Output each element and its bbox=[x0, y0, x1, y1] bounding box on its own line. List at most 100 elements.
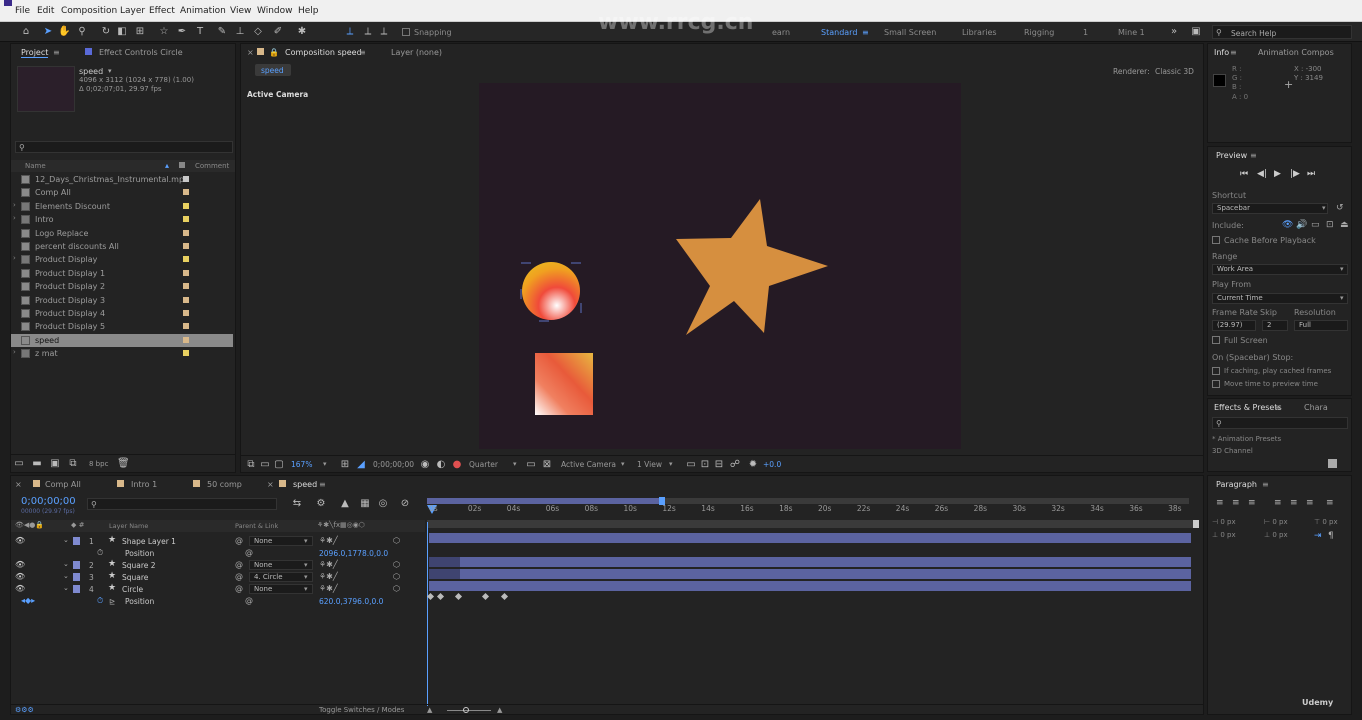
label-color-swatch[interactable] bbox=[183, 176, 189, 182]
delete-icon[interactable]: 🗑 bbox=[117, 458, 130, 470]
label-color-swatch[interactable] bbox=[183, 310, 189, 316]
pickwhip-icon[interactable]: @ bbox=[235, 560, 243, 569]
col-name[interactable]: Name bbox=[25, 162, 46, 170]
label-color-swatch[interactable] bbox=[183, 256, 189, 263]
zoom-level[interactable]: 167% bbox=[291, 460, 312, 469]
property-value[interactable]: 620.0,3796.0,0.0 bbox=[319, 597, 383, 606]
tab-project[interactable]: Project bbox=[21, 48, 49, 58]
channel-icon[interactable]: ● bbox=[451, 459, 463, 471]
range-dropdown-icon[interactable]: ▾ bbox=[1340, 265, 1344, 273]
tab-50-comp[interactable]: 50 comp bbox=[207, 480, 242, 489]
toggle-transparency-icon[interactable]: ⊠ bbox=[541, 459, 553, 471]
include-video-icon[interactable]: 👁 bbox=[1282, 220, 1293, 230]
work-area-end-icon[interactable] bbox=[1193, 520, 1199, 528]
pickwhip-icon[interactable]: @ bbox=[235, 584, 243, 593]
resolution-dropdown-icon[interactable]: ▾ bbox=[513, 460, 517, 468]
col-layer-name[interactable]: Layer Name bbox=[109, 522, 148, 530]
eye-icon[interactable]: 👁 bbox=[15, 560, 25, 569]
shortcut-dropdown-icon[interactable]: ▾ bbox=[1322, 204, 1326, 212]
ltr-direction-icon[interactable]: ⇥ bbox=[1314, 531, 1322, 541]
label-color-swatch[interactable] bbox=[183, 243, 189, 249]
new-folder-icon[interactable]: ▬ bbox=[31, 458, 43, 470]
eraser-tool-icon[interactable]: ◇ bbox=[252, 26, 264, 38]
graph-editor-icon[interactable]: ⊘ bbox=[399, 498, 411, 510]
play-from-dropdown-icon[interactable]: ▾ bbox=[1340, 294, 1344, 302]
parent-select[interactable]: None ▾ bbox=[249, 536, 313, 546]
project-item[interactable]: Logo Replace bbox=[11, 227, 233, 240]
snapping-checkbox[interactable] bbox=[402, 28, 410, 36]
zoom-out-icon[interactable]: ▲ bbox=[427, 706, 432, 714]
mask-visibility-icon[interactable]: ▭ bbox=[259, 459, 271, 471]
eye-icon[interactable]: 👁 bbox=[15, 584, 25, 593]
property-row[interactable]: ⏱ Position @2096.0,1778.0,0.0 bbox=[11, 547, 425, 559]
project-search-input[interactable]: ⚲ bbox=[15, 141, 233, 153]
include-more-icon[interactable]: ⏏ bbox=[1340, 220, 1349, 230]
info-menu-icon[interactable]: ≡ bbox=[1230, 48, 1237, 57]
menu-help[interactable]: Help bbox=[298, 6, 319, 16]
stopwatch-icon[interactable]: ⏱ bbox=[97, 596, 103, 606]
expand-layer-switches-icon[interactable]: ⚙⚙⚙ bbox=[15, 706, 34, 714]
project-settings-icon[interactable]: ⧉ bbox=[67, 458, 79, 470]
skip-select[interactable]: 2 bbox=[1262, 320, 1288, 331]
project-item[interactable]: Product Display 4 bbox=[11, 307, 233, 320]
indent-left-field[interactable]: ⊣ 0 px bbox=[1212, 518, 1236, 526]
parent-dropdown-icon[interactable]: ▾ bbox=[304, 561, 308, 569]
selected-item-dropdown-icon[interactable]: ▾ bbox=[108, 67, 112, 75]
label-color-swatch[interactable] bbox=[183, 323, 189, 330]
justify-left-icon[interactable]: ≡ bbox=[1274, 498, 1282, 508]
project-item[interactable]: Product Display 3 bbox=[11, 294, 233, 307]
label-color-swatch[interactable] bbox=[183, 283, 189, 290]
square-shape[interactable] bbox=[535, 353, 593, 415]
next-frame-icon[interactable]: |▶ bbox=[1290, 169, 1300, 179]
brush-tool-icon[interactable]: ✎ bbox=[216, 26, 228, 38]
parent-select[interactable]: None ▾ bbox=[249, 560, 313, 570]
move-time-checkbox[interactable] bbox=[1212, 380, 1220, 388]
view-layout-dropdown-icon[interactable]: ▾ bbox=[669, 460, 673, 468]
layer-row[interactable]: 👁 ⌄ 3 ★ Square @4. Circle ▾ ⚘✱╱ ⬡ bbox=[11, 571, 425, 583]
renderer-value[interactable]: Classic 3D bbox=[1155, 67, 1194, 76]
transparency-grid-icon[interactable]: ◢ bbox=[355, 459, 367, 471]
space-before-field[interactable]: ⊥ 0 px bbox=[1212, 531, 1236, 539]
pickwhip-icon[interactable]: @ bbox=[235, 536, 243, 545]
eye-icon[interactable]: 👁 bbox=[15, 572, 25, 581]
camera-tool-icon[interactable]: ◧ bbox=[116, 26, 128, 38]
3d-layer-icon[interactable]: ⬡ bbox=[393, 560, 400, 569]
workspace-small-screen[interactable]: Small Screen bbox=[884, 28, 936, 37]
timeline-link-icon[interactable]: ⊟ bbox=[713, 459, 725, 471]
tab-info[interactable]: Info bbox=[1214, 48, 1229, 57]
comp-canvas[interactable] bbox=[479, 83, 961, 449]
home-icon[interactable]: ⌂ bbox=[20, 26, 32, 38]
workspace-1[interactable]: 1 bbox=[1083, 28, 1088, 37]
include-overlays-icon[interactable]: ▭ bbox=[1311, 220, 1320, 230]
menu-view[interactable]: View bbox=[230, 6, 251, 16]
chevron-down-icon[interactable]: ⌄ bbox=[63, 536, 69, 544]
eye-icon[interactable]: 👁 bbox=[15, 536, 25, 545]
layer-row[interactable]: 👁 ⌄ 4 ★ Circle @ None ▾ ⚘✱╱ ⬡ bbox=[11, 583, 425, 595]
indent-right-field[interactable]: ⊢ 0 px bbox=[1264, 518, 1288, 526]
tab-composition-speed[interactable]: Composition speed bbox=[285, 48, 362, 57]
comp-lock-icon[interactable]: 🔒 bbox=[269, 48, 279, 57]
circle-shape[interactable] bbox=[522, 262, 580, 320]
chevron-down-icon[interactable]: ⌄ bbox=[63, 584, 69, 592]
effects-item-animation-presets[interactable]: * Animation Presets bbox=[1212, 435, 1281, 443]
layer-name[interactable]: Circle bbox=[122, 585, 143, 594]
if-caching-checkbox[interactable] bbox=[1212, 367, 1220, 375]
play-icon[interactable]: ▶ bbox=[1274, 169, 1281, 179]
flowchart-icon[interactable]: ☍ bbox=[729, 459, 741, 471]
viewer-timecode[interactable]: 0;00;00;00 bbox=[373, 460, 414, 469]
timeline-menu-icon[interactable]: ≡ bbox=[319, 480, 326, 489]
rotate-tool-icon[interactable]: ↻ bbox=[100, 26, 112, 38]
property-value[interactable]: 2096.0,1778.0,0.0 bbox=[319, 549, 388, 558]
include-audio-icon[interactable]: 🔊 bbox=[1296, 220, 1307, 230]
tab-speed[interactable]: speed bbox=[293, 480, 317, 489]
project-item[interactable]: 12_Days_Christmas_Instrumental.mp3 bbox=[11, 173, 233, 186]
chevron-down-icon[interactable]: ⌄ bbox=[63, 572, 69, 580]
composition-mini-flowchart-icon[interactable]: ⇆ bbox=[291, 498, 303, 510]
justify-all-icon[interactable]: ≡ bbox=[1326, 498, 1334, 508]
puppet-tool-icon[interactable]: ✱ bbox=[296, 26, 308, 38]
project-item[interactable]: › z mat bbox=[11, 347, 233, 360]
project-item[interactable]: › Product Display bbox=[11, 253, 233, 266]
pan-behind-tool-icon[interactable]: ⊞ bbox=[134, 26, 146, 38]
type-tool-icon[interactable]: T bbox=[194, 26, 206, 38]
switches-icon[interactable]: ⚘✱╱ bbox=[319, 560, 338, 569]
